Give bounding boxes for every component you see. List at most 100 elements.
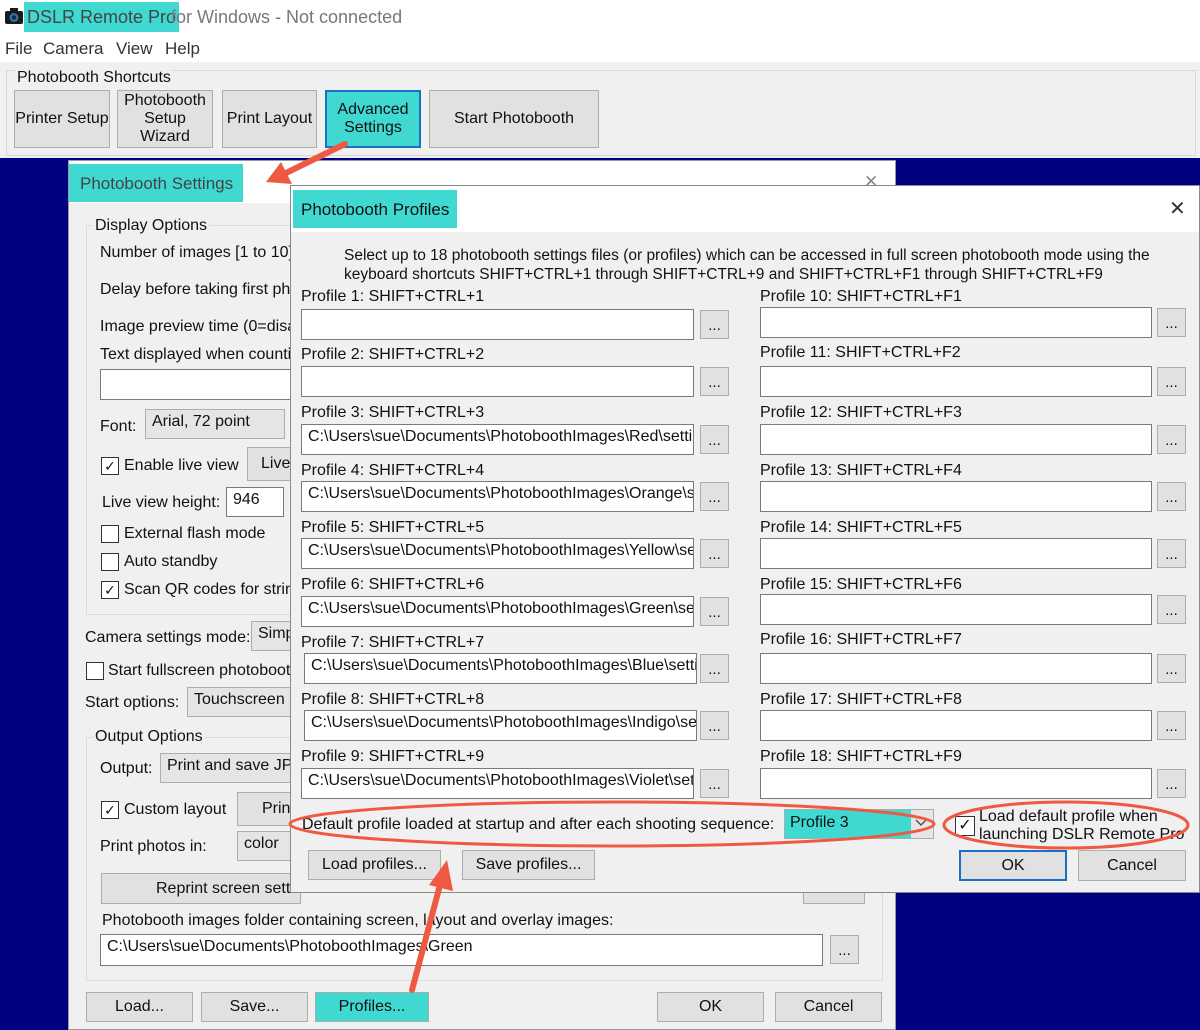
settings-save-button[interactable]: Save... (201, 992, 308, 1022)
external-flash-checkbox[interactable] (101, 525, 119, 543)
profile-15-label: Profile 15: SHIFT+CTRL+F6 (760, 576, 962, 593)
print-photos-in-select[interactable]: color (237, 831, 297, 861)
profile-16-input[interactable] (760, 653, 1152, 684)
profile-15-input[interactable] (760, 594, 1152, 625)
profile-14-browse-button[interactable]: ... (1157, 539, 1186, 568)
start-options-label: Start options: (85, 694, 180, 711)
profile-11-browse-button[interactable]: ... (1157, 367, 1186, 396)
profile-9-label: Profile 9: SHIFT+CTRL+9 (301, 748, 485, 765)
settings-profiles-button[interactable]: Profiles... (315, 992, 429, 1022)
default-profile-label: Default profile loaded at startup and af… (302, 816, 775, 833)
advanced-settings-button[interactable]: Advanced Settings (325, 90, 421, 148)
profile-2-browse-button[interactable]: ... (700, 367, 729, 396)
scan-qr-checkbox[interactable]: ✓ (101, 581, 119, 599)
shortcuts-group-label: Photobooth Shortcuts (15, 69, 173, 87)
menu-help[interactable]: Help (165, 39, 200, 59)
profiles-ok-button[interactable]: OK (959, 850, 1067, 881)
menu-view[interactable]: View (116, 39, 153, 59)
load-default-profile-checkbox[interactable]: ✓ (955, 816, 975, 836)
profile-3-input[interactable]: C:\Users\sue\Documents\PhotoboothImages\… (301, 424, 694, 455)
profile-1-browse-button[interactable]: ... (700, 310, 729, 339)
profile-9-input[interactable]: C:\Users\sue\Documents\PhotoboothImages\… (301, 768, 694, 799)
photobooth-setup-wizard-button[interactable]: Photobooth Setup Wizard (117, 90, 213, 148)
profiles-instructions-line2: keyboard shortcuts SHIFT+CTRL+1 through … (344, 266, 1103, 283)
profile-5-label: Profile 5: SHIFT+CTRL+5 (301, 519, 485, 536)
app-title-bar: DSLR Remote Pro for Windows - Not connec… (0, 0, 1200, 34)
print-settings-button[interactable]: Print (237, 792, 297, 826)
profile-1-input[interactable] (301, 309, 694, 340)
profile-10-input[interactable] (760, 307, 1152, 338)
profile-10-browse-button[interactable]: ... (1157, 308, 1186, 337)
profile-17-browse-button[interactable]: ... (1157, 711, 1186, 740)
profile-16-browse-button[interactable]: ... (1157, 654, 1186, 683)
profile-5-browse-button[interactable]: ... (700, 539, 729, 568)
profile-13-input[interactable] (760, 481, 1152, 512)
profile-9-browse-button[interactable]: ... (700, 769, 729, 798)
custom-layout-checkbox[interactable]: ✓ (101, 801, 119, 819)
custom-layout-label: Custom layout (124, 801, 227, 818)
profile-2-input[interactable] (301, 366, 694, 397)
reprint-right-button-edge[interactable] (803, 893, 865, 904)
profile-11-input[interactable] (760, 366, 1152, 397)
settings-cancel-button[interactable]: Cancel (775, 992, 882, 1022)
load-profiles-button[interactable]: Load profiles... (308, 850, 441, 880)
profile-4-label: Profile 4: SHIFT+CTRL+4 (301, 462, 485, 479)
profile-8-input[interactable]: C:\Users\sue\Documents\PhotoboothImages\… (304, 710, 697, 741)
start-fullscreen-checkbox[interactable] (86, 662, 104, 680)
profile-12-browse-button[interactable]: ... (1157, 425, 1186, 454)
save-profiles-button[interactable]: Save profiles... (462, 850, 595, 880)
profiles-close-icon[interactable]: ✕ (1169, 196, 1186, 221)
profile-7-input[interactable]: C:\Users\sue\Documents\PhotoboothImages\… (304, 653, 697, 684)
printer-setup-button[interactable]: Printer Setup (14, 90, 110, 148)
font-value-field[interactable]: Arial, 72 point (145, 409, 285, 439)
chevron-down-icon (915, 815, 927, 827)
profile-3-label: Profile 3: SHIFT+CTRL+3 (301, 404, 485, 421)
profile-9-path: C:\Users\sue\Documents\PhotoboothImages\… (308, 772, 694, 789)
profile-8-path: C:\Users\sue\Documents\PhotoboothImages\… (311, 714, 697, 731)
print-layout-button[interactable]: Print Layout (222, 90, 317, 148)
font-label: Font: (100, 418, 137, 435)
images-folder-input[interactable]: C:\Users\sue\Documents\PhotoboothImages\… (100, 934, 823, 966)
profile-5-input[interactable]: C:\Users\sue\Documents\PhotoboothImages\… (301, 538, 694, 569)
external-flash-label: External flash mode (124, 525, 266, 542)
start-options-select[interactable]: Touchscreen (187, 687, 297, 717)
profile-4-browse-button[interactable]: ... (700, 482, 729, 511)
profile-8-browse-button[interactable]: ... (700, 711, 729, 740)
profile-18-browse-button[interactable]: ... (1157, 769, 1186, 798)
profile-12-input[interactable] (760, 424, 1152, 455)
profile-3-browse-button[interactable]: ... (700, 425, 729, 454)
profile-4-input[interactable]: C:\Users\sue\Documents\PhotoboothImages\… (301, 481, 694, 512)
num-images-label: Number of images [1 to 10] (100, 244, 293, 261)
profile-14-label: Profile 14: SHIFT+CTRL+F5 (760, 519, 962, 536)
settings-load-button[interactable]: Load... (86, 992, 193, 1022)
settings-ok-button[interactable]: OK (657, 992, 764, 1022)
profile-6-browse-button[interactable]: ... (700, 597, 729, 626)
profile-6-path: C:\Users\sue\Documents\PhotoboothImages\… (308, 600, 694, 617)
profiles-cancel-button[interactable]: Cancel (1078, 850, 1186, 881)
profile-15-browse-button[interactable]: ... (1157, 595, 1186, 624)
profile-17-input[interactable] (760, 710, 1152, 741)
live-view-height-input[interactable]: 946 (226, 487, 284, 517)
menu-camera[interactable]: Camera (43, 39, 103, 59)
enable-live-view-checkbox[interactable]: ✓ (101, 457, 119, 475)
images-folder-browse-button[interactable]: ... (830, 935, 859, 964)
auto-standby-checkbox[interactable] (101, 553, 119, 571)
reprint-screen-settings-button[interactable]: Reprint screen setti (101, 873, 301, 904)
output-label: Output: (100, 760, 153, 777)
profile-13-browse-button[interactable]: ... (1157, 482, 1186, 511)
menu-file[interactable]: File (5, 39, 32, 59)
default-profile-select[interactable]: Profile 3 (784, 809, 934, 839)
profile-14-input[interactable] (760, 538, 1152, 569)
start-photobooth-button[interactable]: Start Photobooth (429, 90, 599, 148)
enable-live-view-label: Enable live view (124, 457, 239, 474)
profile-6-input[interactable]: C:\Users\sue\Documents\PhotoboothImages\… (301, 596, 694, 627)
profile-12-label: Profile 12: SHIFT+CTRL+F3 (760, 404, 962, 421)
profiles-dialog-title: Photobooth Profiles (293, 190, 458, 228)
output-select[interactable]: Print and save JPE (160, 753, 300, 783)
profile-7-browse-button[interactable]: ... (700, 654, 729, 683)
profile-4-path: C:\Users\sue\Documents\PhotoboothImages\… (308, 485, 694, 502)
profile-16-label: Profile 16: SHIFT+CTRL+F7 (760, 631, 962, 648)
load-default-line1: Load default profile when (979, 808, 1158, 825)
profile-18-input[interactable] (760, 768, 1152, 799)
countdown-text-input[interactable] (100, 369, 300, 400)
